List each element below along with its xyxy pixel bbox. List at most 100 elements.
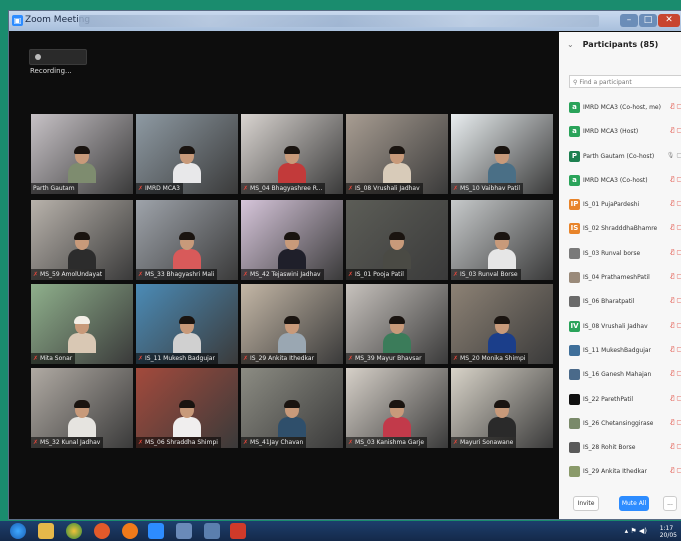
video-tile[interactable]: ✗ MS_59 AmolUndayat bbox=[31, 200, 133, 280]
video-tile[interactable]: ✗ MS_32 Kunal Jadhav bbox=[31, 368, 133, 448]
participants-panel: ⌄ Participants (85) ⚲ Find a participant… bbox=[559, 32, 681, 519]
muted-mic-icon[interactable]: 🎙̸ ▢ bbox=[671, 467, 681, 474]
participant-video-figure bbox=[383, 146, 411, 183]
video-tile[interactable]: ✗ MS_33 Bhagyashri Mali bbox=[136, 200, 238, 280]
browser-icon[interactable] bbox=[122, 523, 138, 539]
participant-name-label: ✗ Mita Sonar bbox=[31, 353, 76, 364]
muted-mic-icon[interactable]: 🎙̸ ▢ bbox=[671, 249, 681, 256]
muted-mic-icon[interactable]: 🎙̸ ▢ bbox=[671, 103, 681, 110]
chrome-icon[interactable] bbox=[66, 523, 82, 539]
participant-name-label: ✗ IS_11 Mukesh Badgujar bbox=[136, 353, 218, 364]
video-tile[interactable]: ✗ Mita Sonar bbox=[31, 284, 133, 364]
close-button[interactable]: ✕ bbox=[658, 14, 680, 27]
muted-mic-icon[interactable]: 🎙̸ ▢ bbox=[671, 273, 681, 280]
muted-mic-icon[interactable]: 🎙̸ ▢ bbox=[671, 200, 681, 207]
figure-hair bbox=[494, 400, 510, 408]
participant-row[interactable]: a IMRD MCA3 (Host) 🎙̸ ▢ bbox=[569, 122, 681, 146]
muted-mic-icon[interactable]: 🎙̸ ▢ bbox=[671, 419, 681, 426]
recording-indicator[interactable]: Recording... bbox=[29, 49, 87, 75]
mic-icon[interactable]: 🎙 ▢ bbox=[667, 152, 681, 159]
video-tile[interactable]: ✗ Mayuri Sonawane bbox=[451, 368, 553, 448]
participant-row[interactable]: IS_11 MukeshBadgujar 🎙̸ ▢ bbox=[569, 341, 681, 365]
participant-row[interactable]: IS_22 ParethPatil 🎙̸ ▢ bbox=[569, 390, 681, 414]
video-tile[interactable]: ✗ IS_29 Ankita Ithedkar bbox=[241, 284, 343, 364]
participant-row[interactable]: a IMRD MCA3 (Co-host, me) 🎙̸ ▢ bbox=[569, 98, 681, 122]
start-button-icon[interactable] bbox=[10, 523, 26, 539]
participant-video-figure bbox=[278, 146, 306, 183]
participant-row-name: Parth Gautam (Co-host) bbox=[583, 152, 655, 160]
figure-hair bbox=[74, 400, 90, 408]
muted-mic-icon[interactable]: 🎙̸ ▢ bbox=[671, 443, 681, 450]
muted-mic-icon[interactable]: 🎙̸ ▢ bbox=[671, 346, 681, 353]
more-options-button[interactable]: ... bbox=[663, 496, 677, 511]
participant-row[interactable]: IS_06 Bharatpatil 🎙̸ ▢ bbox=[569, 292, 681, 316]
participant-row[interactable]: IS_16 Ganesh Mahajan 🎙̸ ▢ bbox=[569, 365, 681, 389]
video-tile[interactable]: ✗ IS_11 Mukesh Badgujar bbox=[136, 284, 238, 364]
figure-hair bbox=[389, 400, 405, 408]
muted-mic-icon: ✗ bbox=[138, 355, 144, 362]
participant-row[interactable]: IS_03 Runval borse 🎙̸ ▢ bbox=[569, 244, 681, 268]
video-tile[interactable]: ✗ MS_41Jay Chavan bbox=[241, 368, 343, 448]
participant-row[interactable]: P Parth Gautam (Co-host) 🎙 ▢ bbox=[569, 147, 681, 171]
video-tile[interactable]: ✗ MS_20 Monika Shimpi bbox=[451, 284, 553, 364]
minimize-button[interactable]: – bbox=[620, 14, 638, 27]
muted-mic-icon[interactable]: 🎙̸ ▢ bbox=[671, 297, 681, 304]
participant-video-figure bbox=[383, 316, 411, 353]
participant-search-input[interactable]: ⚲ Find a participant bbox=[569, 75, 681, 88]
muted-mic-icon[interactable]: 🎙̸ ▢ bbox=[671, 322, 681, 329]
participant-row[interactable]: IP IS_01 PujaPardeshi 🎙̸ ▢ bbox=[569, 195, 681, 219]
participant-video-figure bbox=[488, 400, 516, 437]
participant-row[interactable]: IS_29 Ankita Ithedkar 🎙̸ ▢ bbox=[569, 462, 681, 486]
firefox-icon[interactable] bbox=[94, 523, 110, 539]
participant-row[interactable]: IV IS_08 Vrushali Jadhav 🎙̸ ▢ bbox=[569, 317, 681, 341]
muted-mic-icon: ✗ bbox=[453, 271, 459, 278]
video-tile[interactable]: Parth Gautam bbox=[31, 114, 133, 194]
participant-row-name: IS_16 Ganesh Mahajan bbox=[583, 371, 652, 379]
app-icon-b[interactable] bbox=[204, 523, 220, 539]
video-tile[interactable]: ✗ IMRD MCA3 bbox=[136, 114, 238, 194]
muted-mic-icon: ✗ bbox=[243, 271, 249, 278]
video-tile[interactable]: ✗ MS_06 Shraddha Shimpi bbox=[136, 368, 238, 448]
figure-torso bbox=[383, 163, 411, 183]
participant-name-label: ✗ Mayuri Sonawane bbox=[451, 437, 517, 448]
participant-row[interactable]: a IMRD MCA3 (Co-host) 🎙̸ ▢ bbox=[569, 171, 681, 195]
muted-mic-icon[interactable]: 🎙̸ ▢ bbox=[671, 370, 681, 377]
participant-name-label: ✗ MS_20 Monika Shimpi bbox=[451, 353, 529, 364]
muted-mic-icon: ✗ bbox=[243, 185, 249, 192]
figure-hair bbox=[179, 316, 195, 324]
participant-row[interactable]: IS IS_02 ShradddhaBhamre 🎙̸ ▢ bbox=[569, 219, 681, 243]
muted-mic-icon[interactable]: 🎙̸ ▢ bbox=[671, 127, 681, 134]
video-tile[interactable]: ✗ MS_04 Bhagyashree R... bbox=[241, 114, 343, 194]
muted-mic-icon[interactable]: 🎙̸ ▢ bbox=[671, 224, 681, 231]
figure-torso bbox=[488, 417, 516, 437]
mute-all-button[interactable]: Mute All bbox=[619, 496, 649, 511]
muted-mic-icon[interactable]: 🎙̸ ▢ bbox=[671, 395, 681, 402]
app-icon-a[interactable] bbox=[176, 523, 192, 539]
participant-name-label: ✗ IMRD MCA3 bbox=[136, 183, 183, 194]
figure-torso bbox=[68, 333, 96, 353]
invite-button[interactable]: Invite bbox=[573, 496, 599, 511]
video-tile[interactable]: ✗ IS_08 Vrushali Jadhav bbox=[346, 114, 448, 194]
zoom-taskbar-icon[interactable] bbox=[148, 523, 164, 539]
participant-video-figure bbox=[383, 232, 411, 269]
video-tile[interactable]: ✗ IS_03 Runval Borse bbox=[451, 200, 553, 280]
video-tile[interactable]: ✗ MS_42 Tejaswini Jadhav bbox=[241, 200, 343, 280]
muted-mic-icon[interactable]: 🎙̸ ▢ bbox=[671, 176, 681, 183]
pdf-reader-icon[interactable] bbox=[230, 523, 246, 539]
video-tile[interactable]: ✗ MS_03 Kanishma Garje bbox=[346, 368, 448, 448]
clock[interactable]: 1:17 20/05 bbox=[660, 525, 677, 539]
participant-row[interactable]: IS_26 Chetansinggirase 🎙̸ ▢ bbox=[569, 414, 681, 438]
figure-torso bbox=[383, 417, 411, 437]
participant-row[interactable]: IS_04 PrathameshPatil 🎙̸ ▢ bbox=[569, 268, 681, 292]
participant-row[interactable]: IS_28 Rohit Borse 🎙̸ ▢ bbox=[569, 438, 681, 462]
participant-video-figure bbox=[173, 146, 201, 183]
system-tray-icons[interactable]: ▴ ⚑ ◀) bbox=[625, 527, 647, 535]
maximize-button[interactable]: □ bbox=[639, 14, 657, 27]
file-explorer-icon[interactable] bbox=[38, 523, 54, 539]
video-tile[interactable]: ✗ MS_39 Mayur Bhavsar bbox=[346, 284, 448, 364]
video-tile[interactable]: ✗ MS_10 Vaibhav Patil bbox=[451, 114, 553, 194]
video-tile[interactable]: ✗ IS_01 Pooja Patil bbox=[346, 200, 448, 280]
participant-row-name: IS_28 Rohit Borse bbox=[583, 444, 636, 452]
muted-mic-icon: ✗ bbox=[348, 355, 354, 362]
participant-video-figure bbox=[488, 146, 516, 183]
